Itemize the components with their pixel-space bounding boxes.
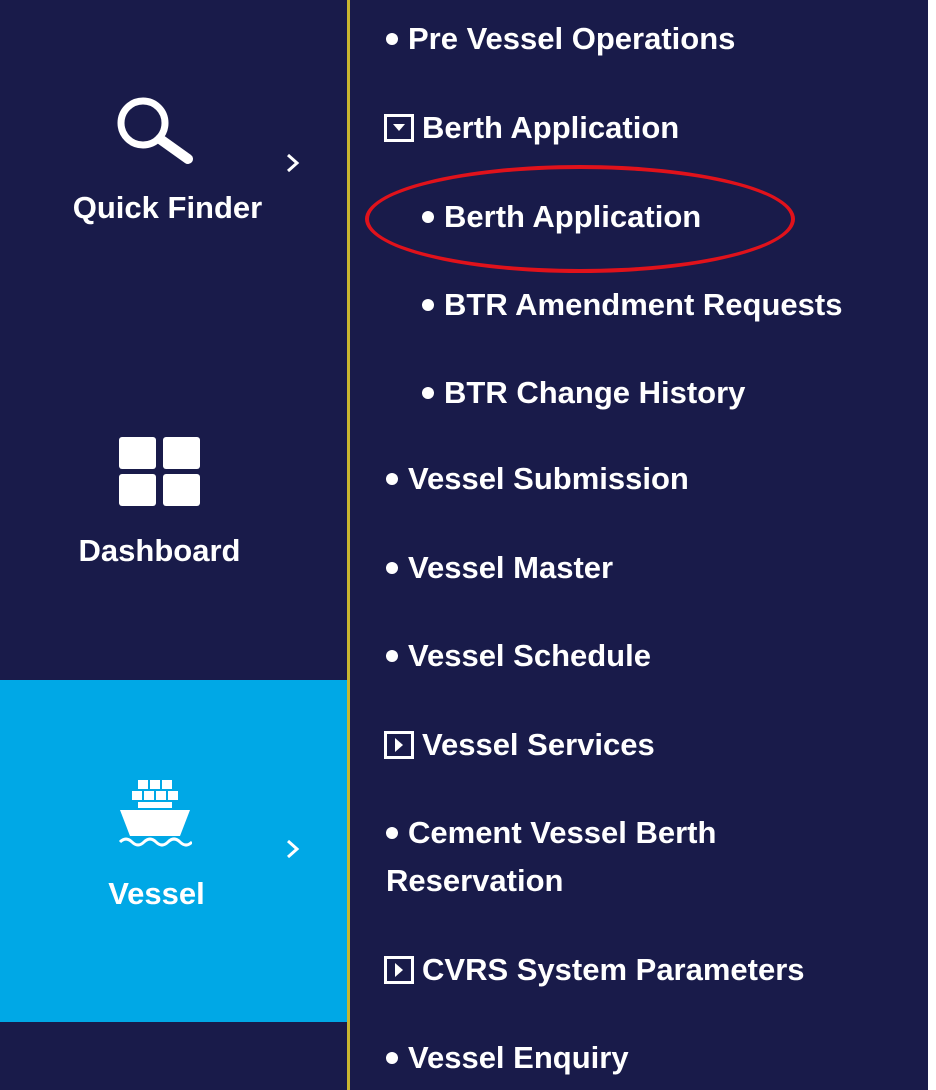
submenu-item-berth-application[interactable]: Berth Application	[422, 199, 701, 235]
dashboard-grid-icon	[119, 437, 201, 512]
sidebar-item-quick-finder[interactable]: Quick Finder	[0, 0, 347, 340]
search-icon	[110, 95, 194, 170]
submenu-item-vessel-submission[interactable]: Vessel Submission	[386, 461, 689, 497]
submenu-item-label: Vessel Schedule	[408, 638, 651, 673]
sidebar-item-vessel[interactable]: Vessel	[0, 680, 347, 1022]
submenu-item-label: Pre Vessel Operations	[408, 21, 736, 56]
page-edge-strip	[928, 0, 936, 1090]
submenu-item-label: Cement Vessel Berth	[408, 815, 717, 850]
submenu-group-cvrs-system-parameters[interactable]: CVRS System Parameters	[384, 952, 805, 988]
submenu-item-vessel-enquiry[interactable]: Vessel Enquiry	[386, 1040, 629, 1076]
submenu-item-label: Berth Application	[422, 110, 680, 145]
sidebar-item-label: Vessel	[108, 876, 205, 911]
bullet-icon	[422, 298, 434, 311]
submenu-item-label: BTR Change History	[444, 375, 746, 410]
bullet-icon	[386, 826, 398, 839]
submenu-item-btr-change-history[interactable]: BTR Change History	[422, 375, 745, 411]
submenu-item-label: Vessel Master	[408, 550, 614, 585]
sidebar-item-label: Quick Finder	[72, 190, 263, 225]
submenu-item-vessel-master[interactable]: Vessel Master	[386, 550, 613, 586]
sidebar: Quick Finder Dashboard Vessel	[0, 0, 347, 1090]
submenu-item-label: Vessel Enquiry	[408, 1040, 629, 1075]
submenu-item-label-line2[interactable]: Reservation	[386, 863, 563, 899]
vessel-submenu	[350, 0, 928, 1090]
bullet-icon	[422, 210, 434, 223]
submenu-item-cement-vessel-berth-reservation[interactable]: Cement Vessel Berth	[386, 815, 716, 851]
bullet-icon	[386, 32, 398, 45]
submenu-item-pre-vessel-operations[interactable]: Pre Vessel Operations	[386, 21, 735, 57]
submenu-item-vessel-schedule[interactable]: Vessel Schedule	[386, 638, 651, 674]
submenu-item-label: Vessel Services	[422, 727, 655, 762]
submenu-group-vessel-services[interactable]: Vessel Services	[384, 727, 655, 763]
bullet-icon	[386, 649, 398, 662]
sidebar-item-label: Dashboard	[78, 533, 241, 568]
submenu-item-label: BTR Amendment Requests	[444, 287, 843, 322]
bullet-icon	[386, 561, 398, 574]
submenu-item-label: Berth Application	[444, 199, 702, 234]
bullet-icon	[386, 1051, 398, 1064]
ship-icon	[118, 778, 194, 855]
submenu-item-label: Reservation	[386, 863, 564, 898]
submenu-item-label: CVRS System Parameters	[422, 952, 805, 987]
submenu-item-label: Vessel Submission	[408, 461, 689, 496]
bullet-icon	[386, 472, 398, 485]
expand-box-icon	[384, 955, 414, 984]
chevron-right-icon	[283, 153, 303, 173]
submenu-item-btr-amendment-requests[interactable]: BTR Amendment Requests	[422, 287, 842, 323]
bullet-icon	[422, 386, 434, 399]
expand-box-icon	[384, 730, 414, 759]
sidebar-item-dashboard[interactable]: Dashboard	[0, 340, 347, 680]
collapse-box-icon	[384, 113, 414, 142]
chevron-right-icon	[283, 839, 303, 859]
submenu-group-berth-application[interactable]: Berth Application	[384, 110, 679, 146]
